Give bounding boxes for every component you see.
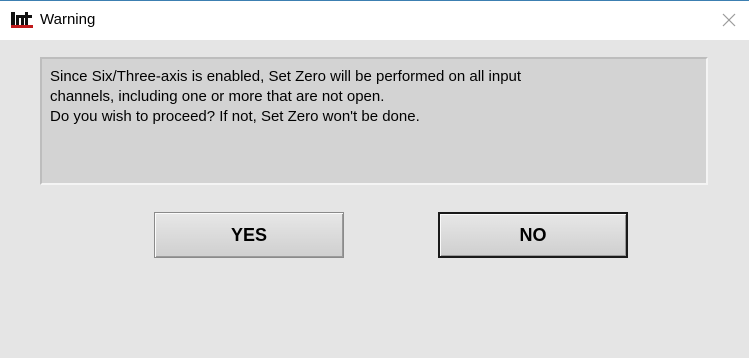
close-button[interactable]	[713, 5, 745, 35]
yes-button[interactable]: YES	[154, 212, 344, 258]
message-line-3: Do you wish to proceed? If not, Set Zero…	[50, 108, 420, 125]
message-box: Since Six/Three-axis is enabled, Set Zer…	[40, 57, 708, 185]
window-title: Warning	[40, 11, 96, 28]
no-button[interactable]: NO	[438, 212, 628, 258]
title-bar[interactable]: Warning	[0, 0, 749, 40]
message-line-2: channels, including one or more that are…	[50, 88, 385, 105]
dialog-body: Since Six/Three-axis is enabled, Set Zer…	[0, 40, 749, 358]
close-icon	[722, 13, 736, 27]
message-line-1: Since Six/Three-axis is enabled, Set Zer…	[50, 68, 522, 85]
lint-logo-icon	[11, 12, 33, 28]
